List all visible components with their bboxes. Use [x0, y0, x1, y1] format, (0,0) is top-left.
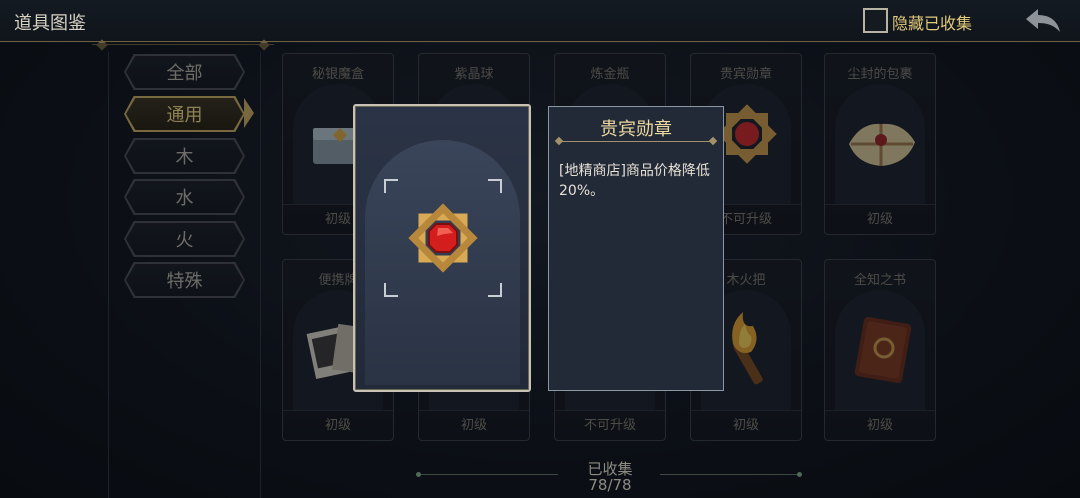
title-divider	[559, 141, 713, 142]
back-arrow-icon	[1026, 9, 1060, 32]
back-button[interactable]	[1022, 6, 1064, 36]
collected-count: 78/78	[588, 476, 632, 494]
item-detail-panel: 贵宾勋章 [地精商店]商品价格降低20%。	[548, 106, 724, 391]
hide-collected-checkbox[interactable]	[863, 8, 888, 33]
page-title: 道具图鉴	[14, 13, 86, 34]
item-description: [地精商店]商品价格降低20%。	[559, 163, 710, 199]
frame-corner	[384, 179, 398, 193]
frame-corner	[384, 283, 398, 297]
frame-corner	[488, 283, 502, 297]
item-preview-panel	[353, 104, 531, 392]
top-bar: 道具图鉴 隐藏已收集	[0, 0, 1080, 42]
footer-line-right	[660, 472, 802, 477]
modal-overlay[interactable]	[0, 43, 1080, 498]
hide-collected-label[interactable]: 隐藏已收集	[892, 10, 972, 34]
item-detail-name: 贵宾勋章	[600, 119, 672, 140]
frame-corner	[488, 179, 502, 193]
star-medal-ruby-icon	[408, 203, 478, 273]
footer-line-left	[416, 472, 558, 477]
